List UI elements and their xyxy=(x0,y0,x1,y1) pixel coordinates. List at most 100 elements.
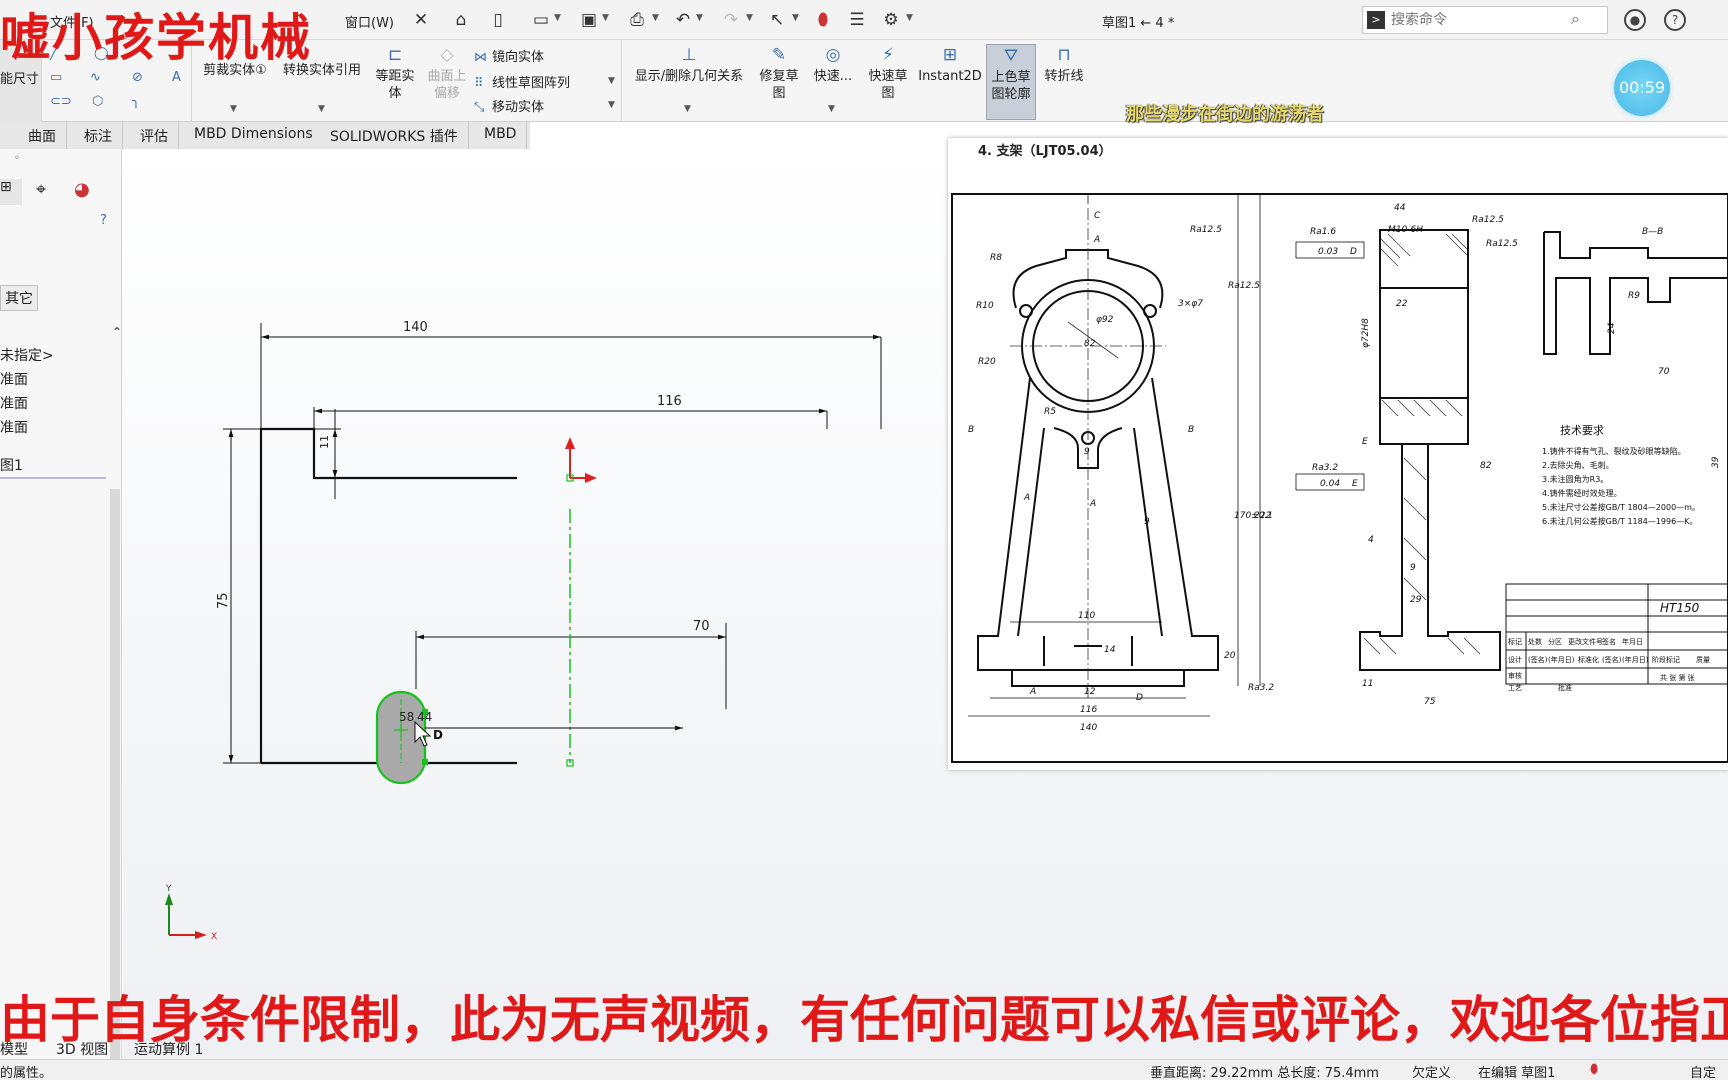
command-manager-tabs: 曲面 标注 评估 MBD Dimensions SOLIDWORKS 插件 MB… xyxy=(0,122,530,149)
move-entities-button[interactable]: ⤡ 移动实体 xyxy=(474,96,544,115)
offset-entities-button[interactable]: ⊏ 等距实体 xyxy=(372,44,418,102)
rectangle-tool-icon[interactable]: ▭ xyxy=(50,70,68,85)
chevron-down-icon[interactable]: ▼ xyxy=(608,100,615,110)
dimension-116-label[interactable]: 116 xyxy=(657,394,682,409)
tab-other[interactable]: 其它 xyxy=(0,285,38,311)
linear-pattern-button[interactable]: ⠿ 线性草图阵列 xyxy=(474,72,570,91)
tab-mbd[interactable]: MBD xyxy=(474,122,528,149)
units-selector[interactable]: 自定 xyxy=(1690,1062,1716,1080)
origin-x-arrow-icon xyxy=(585,473,597,483)
polygon-tool-icon[interactable]: ⬡ xyxy=(92,94,110,109)
print-icon[interactable]: ⎙ xyxy=(626,9,648,31)
rebuild-status-icon[interactable]: ⬮ xyxy=(1590,1062,1598,1077)
offset-on-surface-button[interactable]: ◇ 曲面上偏移 xyxy=(424,44,470,102)
save-icon[interactable]: ▣ xyxy=(578,9,600,31)
undo-icon[interactable]: ↶ xyxy=(672,9,694,31)
tree-item-sketch1[interactable]: 图1 xyxy=(0,455,23,475)
tree-item-right-plane[interactable]: 准面 xyxy=(0,417,28,437)
ellipse-tool-icon[interactable]: ⊘ xyxy=(132,70,150,85)
panel-handle-icon[interactable]: ◦ xyxy=(14,153,20,164)
dimension-58-label[interactable]: 58 xyxy=(399,710,414,724)
spline-tool-icon[interactable]: ∿ xyxy=(90,70,108,85)
help-icon[interactable]: ? xyxy=(1664,9,1686,31)
chevron-down-icon[interactable]: ▼ xyxy=(602,13,609,23)
search-icon[interactable]: ⌕ xyxy=(1571,9,1580,29)
dimxpert-tab-icon[interactable]: ⌖ xyxy=(36,179,46,200)
rapid-sketch-button[interactable]: ⚡ 快速草图 xyxy=(864,44,912,102)
offset-on-surface-label: 曲面上偏移 xyxy=(427,69,467,101)
tech-req-6: 6.未注几何公差按GB/T 1184—1996—K。 xyxy=(1542,516,1697,526)
mirror-entities-button[interactable]: ⋈ 镜向实体 xyxy=(474,46,544,65)
label-b-right: B xyxy=(1188,425,1194,435)
chevron-down-icon[interactable]: ▼ xyxy=(318,104,325,114)
search-input[interactable] xyxy=(1391,10,1561,30)
slot-grip-point[interactable] xyxy=(422,759,428,765)
tb-row4-4: 批准 xyxy=(1558,683,1572,692)
tab-surfaces[interactable]: 曲面 xyxy=(18,122,67,149)
slot-tool-icon[interactable]: ⊂⊃ xyxy=(50,94,72,109)
chevron-down-icon[interactable]: ▼ xyxy=(554,13,561,23)
dimension-140[interactable] xyxy=(260,323,882,429)
pin-icon[interactable]: ✕ xyxy=(410,9,432,31)
menu-window[interactable]: 窗口(W) xyxy=(345,12,394,31)
dimension-70-label[interactable]: 70 xyxy=(693,619,710,634)
chevron-down-icon[interactable]: ▼ xyxy=(696,13,703,23)
dimension-75-label[interactable]: 75 xyxy=(216,592,231,609)
fillet-tool-icon[interactable]: ╮ xyxy=(132,94,150,109)
user-account-icon[interactable]: ● xyxy=(1624,9,1646,31)
chevron-down-icon[interactable]: ▼ xyxy=(792,13,799,23)
file-properties-icon[interactable]: ☰ xyxy=(846,9,868,31)
dimension-11-label[interactable]: 11 xyxy=(318,435,331,449)
chevron-down-icon[interactable]: ▼ xyxy=(906,13,913,23)
rebuild-icon[interactable]: ⬮ xyxy=(812,9,834,31)
dimension-11[interactable] xyxy=(314,409,341,499)
tab-evaluate[interactable]: 评估 xyxy=(130,122,179,149)
tab-solidworks-addins[interactable]: SOLIDWORKS 插件 xyxy=(320,122,469,149)
status-measurement: 垂直距离: 29.22mm 总长度: 75.4mm xyxy=(1150,1066,1379,1080)
redo-icon[interactable]: ↷ xyxy=(720,9,742,31)
collapse-up-icon[interactable]: ⌃ xyxy=(112,325,122,339)
chevron-down-icon[interactable]: ▼ xyxy=(230,104,237,114)
home-icon[interactable]: ⌂ xyxy=(450,9,472,31)
chevron-down-icon[interactable]: ▼ xyxy=(684,104,691,114)
repair-sketch-button[interactable]: ✎ 修复草图 xyxy=(754,44,804,102)
dimension-140-label[interactable]: 140 xyxy=(403,320,428,335)
chevron-down-icon[interactable]: ▼ xyxy=(828,104,835,114)
dimension-44-label[interactable]: 44 xyxy=(417,710,432,724)
sketch-profile-upper[interactable] xyxy=(259,427,517,580)
tab-mbd-dimensions[interactable]: MBD Dimensions xyxy=(184,122,324,149)
rollback-bar[interactable] xyxy=(0,477,106,479)
tb-row2-6: (年月日) xyxy=(1622,655,1649,664)
display-relations-button[interactable]: ⊥ 显示/删除几何关系 xyxy=(628,44,750,85)
quick-snaps-label: 快速... xyxy=(813,69,853,84)
tree-item-material[interactable]: 未指定> xyxy=(0,345,54,365)
new-document-icon[interactable]: ▯ xyxy=(487,9,509,31)
label-24: 24 xyxy=(1607,322,1617,334)
tab-markup[interactable]: 标注 xyxy=(74,122,123,149)
open-folder-icon[interactable]: ▭ xyxy=(530,9,552,31)
select-arrow-icon[interactable]: ↖ xyxy=(766,9,788,31)
drawing-border xyxy=(951,193,1728,763)
instant2d-button[interactable]: ⊞ Instant2D xyxy=(916,44,984,85)
label-r8: R8 xyxy=(990,253,1002,263)
tech-req-title: 技术要求 xyxy=(1560,424,1604,437)
options-gear-icon[interactable]: ⚙ xyxy=(880,9,902,31)
chevron-down-icon[interactable]: ▼ xyxy=(746,13,753,23)
dimension-116[interactable] xyxy=(313,407,828,429)
shaded-sketch-contours-button[interactable]: ⛛ 上色草图轮廓 xyxy=(986,44,1036,120)
configuration-tab-icon[interactable]: ⊞ xyxy=(0,179,22,205)
tree-item-top-plane[interactable]: 准面 xyxy=(0,393,28,413)
text-tool-icon[interactable]: A xyxy=(172,70,190,85)
shaded-sketch-icon: ⛛ xyxy=(1003,46,1019,66)
smart-dimension-button[interactable]: 能尺寸 xyxy=(0,68,39,87)
display-manager-tab-icon[interactable]: ◕ xyxy=(74,179,90,200)
quick-snaps-button[interactable]: ◎ 快速... xyxy=(810,44,856,85)
chevron-down-icon[interactable]: ▼ xyxy=(608,76,615,86)
help-icon[interactable]: ? xyxy=(100,213,107,228)
jog-line-button[interactable]: ⊓ 转折线 xyxy=(1040,44,1088,85)
tree-item-front-plane[interactable]: 准面 xyxy=(0,369,28,389)
search-commands-box[interactable]: > ⌕ xyxy=(1362,6,1608,34)
chevron-down-icon[interactable]: ▼ xyxy=(652,13,659,23)
dimension-70[interactable] xyxy=(415,623,727,709)
music-lyric-overlay: 那些漫步在街边的游荡者 xyxy=(1126,104,1324,125)
